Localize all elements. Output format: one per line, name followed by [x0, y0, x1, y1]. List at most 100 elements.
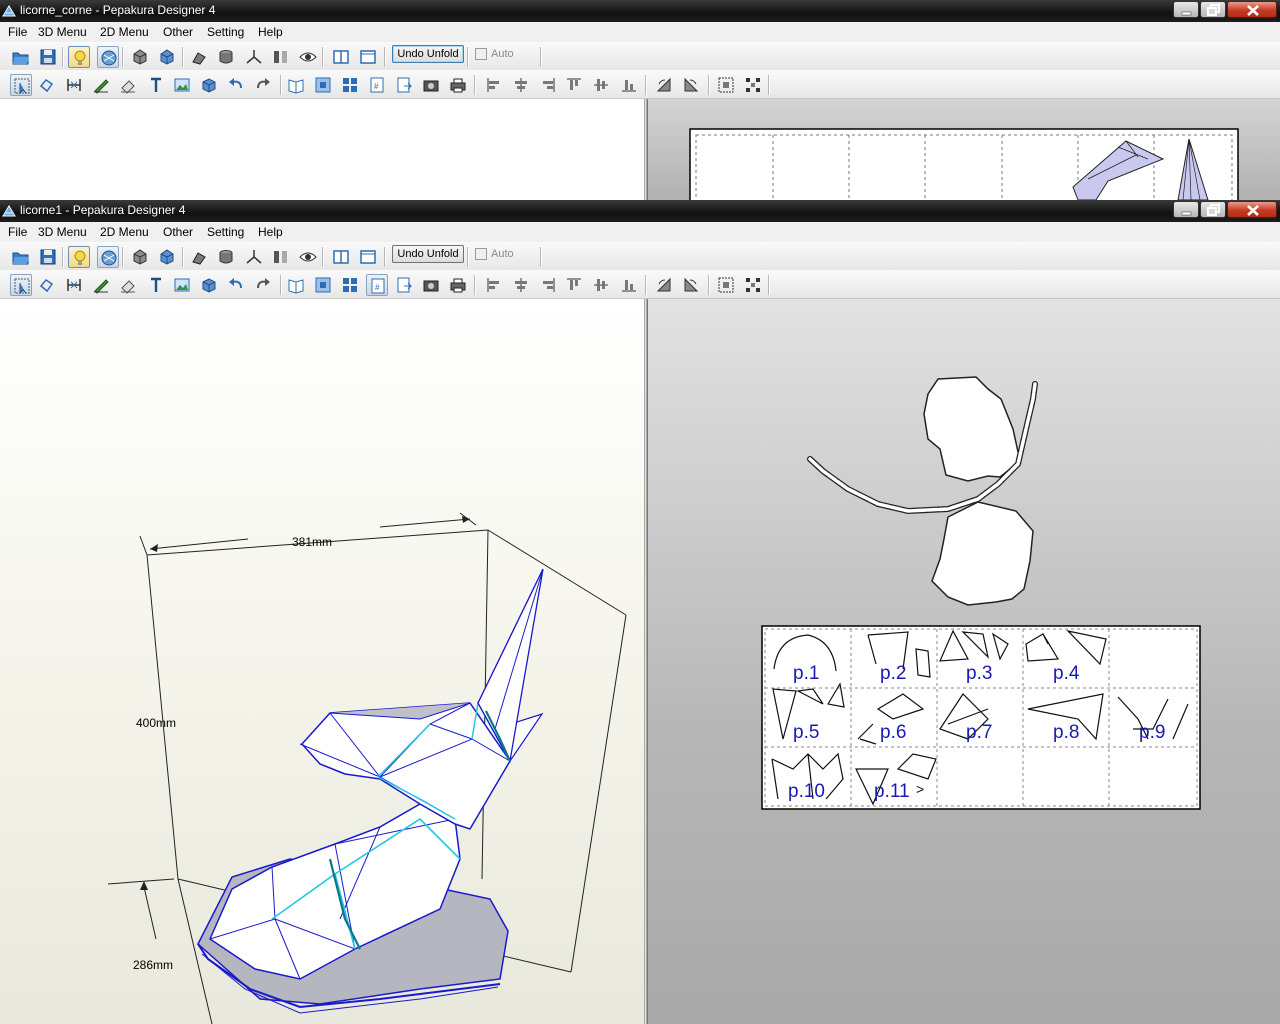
distribute-button[interactable]: [742, 274, 764, 296]
cube-button[interactable]: [198, 74, 220, 96]
image-tool-button[interactable]: [171, 74, 193, 96]
undo-unfold-button[interactable]: Undo Unfold: [392, 45, 464, 63]
flip-right-button[interactable]: [680, 274, 702, 296]
light-bulb-button[interactable]: [68, 46, 90, 68]
title-bar[interactable]: licorne_corne - Pepakura Designer 4: [0, 0, 1280, 22]
layout-panel-button[interactable]: [330, 246, 352, 268]
split-view-button[interactable]: [270, 46, 292, 68]
rotate-3d-button[interactable]: [156, 246, 178, 268]
align-center-button[interactable]: [510, 74, 532, 96]
page-number-button[interactable]: #: [366, 74, 388, 96]
auto-checkbox[interactable]: [475, 48, 487, 60]
window-button[interactable]: [357, 246, 379, 268]
save-button[interactable]: [37, 246, 59, 268]
cylinder-button[interactable]: [215, 246, 237, 268]
menu-help[interactable]: Help: [258, 25, 283, 39]
menu-file[interactable]: File: [8, 225, 27, 239]
open-folder-button[interactable]: [10, 246, 32, 268]
close-button[interactable]: [1227, 201, 1277, 218]
redo-button[interactable]: [252, 274, 274, 296]
menu-setting[interactable]: Setting: [207, 225, 244, 239]
eraser-button[interactable]: [117, 74, 139, 96]
layout-panel-button[interactable]: [330, 46, 352, 68]
menu-setting[interactable]: Setting: [207, 25, 244, 39]
page-number-button[interactable]: #: [366, 274, 388, 296]
select-tool-button[interactable]: [10, 274, 32, 296]
align-middle-button[interactable]: [590, 74, 612, 96]
menu-3d[interactable]: 3D Menu: [38, 225, 87, 239]
align-bottom-button[interactable]: [618, 274, 640, 296]
grid-button[interactable]: [339, 274, 361, 296]
menu-help[interactable]: Help: [258, 225, 283, 239]
redo-button[interactable]: [252, 74, 274, 96]
eye-button[interactable]: [297, 246, 319, 268]
align-top-button[interactable]: [563, 74, 585, 96]
align-right-button[interactable]: [537, 274, 559, 296]
flip-left-button[interactable]: [653, 274, 675, 296]
cube-button[interactable]: [198, 274, 220, 296]
pen-line-button[interactable]: [90, 74, 112, 96]
minimize-button[interactable]: [1173, 1, 1199, 18]
3d-view-pane[interactable]: [0, 99, 645, 200]
light-bulb-button[interactable]: [68, 246, 90, 268]
title-bar[interactable]: licorne1 - Pepakura Designer 4: [0, 200, 1280, 222]
book-button[interactable]: [285, 274, 307, 296]
image-tool-button[interactable]: [171, 274, 193, 296]
window-button[interactable]: [357, 46, 379, 68]
camera-button[interactable]: [420, 274, 442, 296]
cylinder-button[interactable]: [215, 46, 237, 68]
grid-button[interactable]: [339, 74, 361, 96]
texture-button[interactable]: [97, 46, 119, 68]
export-button[interactable]: [393, 274, 415, 296]
text-tool-button[interactable]: [145, 74, 167, 96]
align-middle-button[interactable]: [590, 274, 612, 296]
align-center-button[interactable]: [510, 274, 532, 296]
move-3d-button[interactable]: [129, 246, 151, 268]
rotate-3d-button[interactable]: [156, 46, 178, 68]
pen-line-button[interactable]: [90, 274, 112, 296]
align-left-button[interactable]: [483, 274, 505, 296]
text-tool-button[interactable]: [145, 274, 167, 296]
print-button[interactable]: [447, 274, 469, 296]
undo-button[interactable]: [225, 274, 247, 296]
fit-selection-button[interactable]: [715, 74, 737, 96]
split-view-button[interactable]: [270, 246, 292, 268]
axis-button[interactable]: [243, 46, 265, 68]
distribute-button[interactable]: [742, 74, 764, 96]
menu-other[interactable]: Other: [163, 25, 193, 39]
eraser-button[interactable]: [117, 274, 139, 296]
menu-file[interactable]: File: [8, 25, 27, 39]
join-edge-button[interactable]: [63, 74, 85, 96]
export-button[interactable]: [393, 74, 415, 96]
minimize-button[interactable]: [1173, 201, 1199, 218]
shape-button[interactable]: [188, 246, 210, 268]
lasso-button[interactable]: [35, 274, 57, 296]
close-button[interactable]: [1227, 1, 1277, 18]
align-left-button[interactable]: [483, 74, 505, 96]
menu-2d[interactable]: 2D Menu: [100, 25, 149, 39]
2d-view-pane[interactable]: p.1 p.2 p.3 p.4 p.5 p.6 p.7 p.8 p.9 p.10…: [647, 299, 1280, 1024]
lasso-button[interactable]: [35, 74, 57, 96]
texture-button[interactable]: [97, 246, 119, 268]
print-button[interactable]: [447, 74, 469, 96]
shape-button[interactable]: [188, 46, 210, 68]
menu-3d[interactable]: 3D Menu: [38, 25, 87, 39]
book-button[interactable]: [285, 74, 307, 96]
axis-button[interactable]: [243, 246, 265, 268]
select-tool-button[interactable]: [10, 74, 32, 96]
undo-button[interactable]: [225, 74, 247, 96]
flip-left-button[interactable]: [653, 74, 675, 96]
eye-button[interactable]: [297, 46, 319, 68]
menu-2d[interactable]: 2D Menu: [100, 225, 149, 239]
align-right-button[interactable]: [537, 74, 559, 96]
2d-view-pane[interactable]: [647, 99, 1280, 200]
camera-button[interactable]: [420, 74, 442, 96]
zoom-fit-button[interactable]: [312, 74, 334, 96]
maximize-button[interactable]: [1200, 1, 1226, 18]
3d-view-pane[interactable]: 381mm 400mm 286mm: [0, 299, 645, 1024]
flip-right-button[interactable]: [680, 74, 702, 96]
move-3d-button[interactable]: [129, 46, 151, 68]
auto-checkbox[interactable]: [475, 248, 487, 260]
align-top-button[interactable]: [563, 274, 585, 296]
undo-unfold-button[interactable]: Undo Unfold: [392, 245, 464, 263]
